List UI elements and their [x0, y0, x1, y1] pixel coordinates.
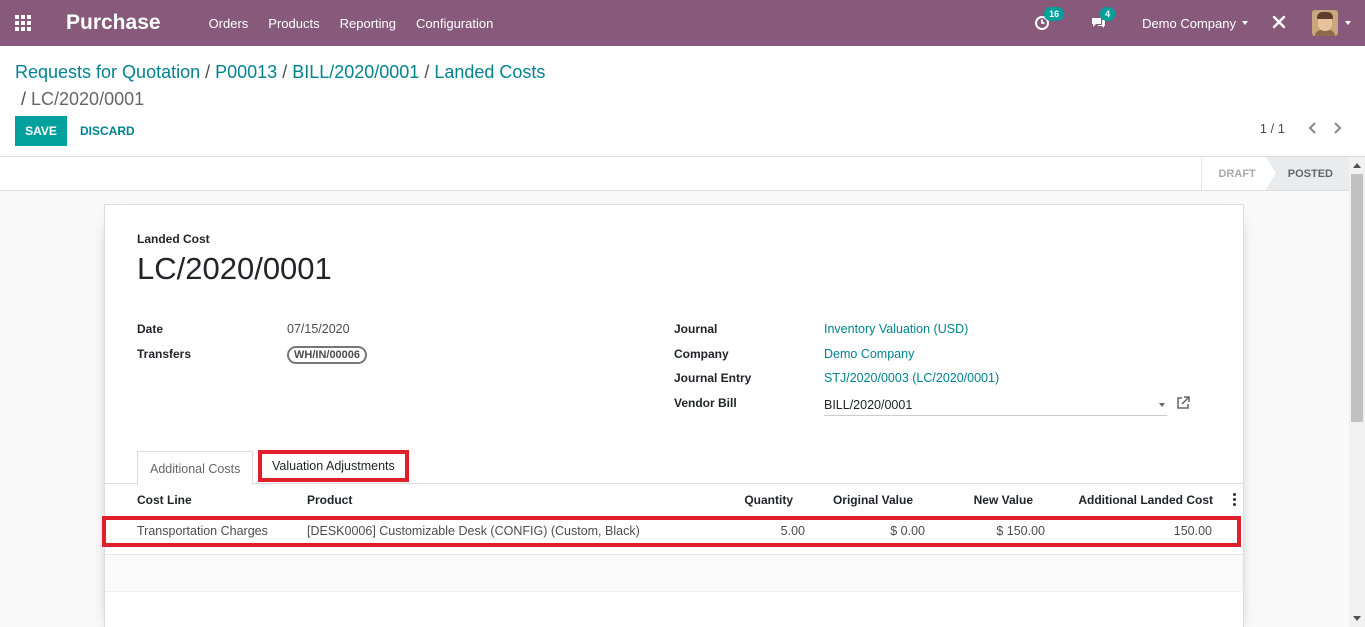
- activities-button[interactable]: 16: [1034, 7, 1065, 32]
- col-quantity[interactable]: Quantity: [744, 493, 793, 507]
- menu-configuration[interactable]: Configuration: [416, 16, 493, 31]
- tab-valuation-adjustments[interactable]: Valuation Adjustments: [258, 450, 409, 482]
- notebook-tabs: Additional Costs Valuation Adjustments: [105, 448, 1243, 485]
- company-link[interactable]: Demo Company: [824, 347, 914, 361]
- company-label: Company: [674, 347, 729, 361]
- journal-link[interactable]: Inventory Valuation (USD): [824, 322, 968, 336]
- chevron-left-icon: [1308, 122, 1316, 134]
- page-scrollbar[interactable]: [1349, 157, 1365, 627]
- table-header: Cost Line Product Quantity Original Valu…: [105, 485, 1243, 515]
- debug-tools-button[interactable]: [1272, 14, 1286, 32]
- messages-button[interactable]: 4: [1090, 7, 1116, 32]
- date-label: Date: [137, 322, 164, 336]
- transfers-label: Transfers: [137, 347, 192, 361]
- journal-entry-label: Journal Entry: [674, 371, 752, 385]
- save-button[interactable]: SAVE: [15, 116, 67, 146]
- table-row[interactable]: Transportation Charges [DESK0006] Custom…: [102, 516, 1241, 547]
- breadcrumb: Requests for Quotation / P00013/BILL/2020/…: [15, 62, 546, 109]
- col-original-value[interactable]: Original Value: [833, 493, 913, 507]
- stage-draft: DRAFT: [1201, 157, 1277, 190]
- col-cost-line[interactable]: Cost Line: [137, 493, 192, 507]
- chevron-down-icon[interactable]: [1345, 21, 1351, 25]
- breadcrumb-bill[interactable]: BILL/2020/0001: [292, 62, 419, 82]
- date-field[interactable]: 07/15/2020: [287, 322, 350, 336]
- discard-button[interactable]: DISCARD: [70, 116, 145, 146]
- breadcrumb-po[interactable]: P00013: [215, 62, 277, 82]
- app-title[interactable]: Purchase: [66, 11, 161, 35]
- cell-original-value: $ 0.00: [890, 524, 925, 538]
- tab-additional-costs[interactable]: Additional Costs: [137, 451, 254, 485]
- scroll-thumb[interactable]: [1351, 174, 1363, 422]
- menu-orders[interactable]: Orders: [209, 16, 249, 31]
- cell-product: [DESK0006] Customizable Desk (CONFIG) (C…: [307, 524, 640, 538]
- avatar[interactable]: [1312, 10, 1338, 36]
- apps-grid-icon: [15, 15, 31, 31]
- menu-products[interactable]: Products: [268, 16, 319, 31]
- scroll-down-arrow[interactable]: [1353, 616, 1361, 621]
- cell-cost-line: Transportation Charges: [137, 524, 268, 538]
- pager-next-button[interactable]: [1329, 120, 1345, 136]
- company-name: Demo Company: [1142, 15, 1236, 31]
- menu-reporting[interactable]: Reporting: [340, 16, 396, 31]
- activities-badge: 16: [1044, 7, 1065, 21]
- journal-label: Journal: [674, 322, 718, 336]
- chevron-down-icon: [1242, 21, 1248, 25]
- cell-quantity: 5.00: [780, 524, 805, 538]
- debug-tools-icon: [1272, 15, 1286, 29]
- stage-posted: POSTED: [1265, 157, 1349, 190]
- chevron-right-icon: [1334, 122, 1342, 134]
- form-statusbar: DRAFT POSTED: [0, 157, 1349, 191]
- form-sheet: Landed Cost LC/2020/0001 Date 07/15/2020…: [102, 204, 1244, 627]
- control-panel: Requests for Quotation / P00013/BILL/2020/…: [0, 46, 1365, 157]
- document-title: LC/2020/0001: [137, 251, 332, 286]
- table-divider: [105, 591, 1243, 592]
- systray: 16 4 Demo Company: [1034, 0, 1365, 46]
- chevron-down-icon[interactable]: [1159, 403, 1165, 407]
- vendor-bill-select[interactable]: BILL/2020/0001: [824, 394, 1167, 416]
- pager: 1 / 1: [1260, 120, 1345, 136]
- apps-menu-button[interactable]: [0, 0, 46, 46]
- breadcrumb-current: LC/2020/0001: [31, 89, 145, 109]
- breadcrumb-rfq[interactable]: Requests for Quotation: [15, 62, 200, 82]
- journal-entry-link[interactable]: STJ/2020/0003 (LC/2020/0001): [824, 371, 999, 385]
- status-stages: DRAFT POSTED: [1201, 157, 1349, 190]
- empty-row: [105, 555, 1243, 591]
- pager-value[interactable]: 1 / 1: [1260, 121, 1285, 136]
- messages-badge: 4: [1100, 7, 1116, 21]
- col-additional-landed-cost[interactable]: Additional Landed Cost: [1078, 493, 1213, 507]
- breadcrumb-landed-costs[interactable]: Landed Costs: [434, 62, 545, 82]
- pager-previous-button[interactable]: [1305, 120, 1321, 136]
- scroll-up-arrow[interactable]: [1353, 163, 1361, 168]
- company-switcher[interactable]: Demo Company: [1142, 16, 1248, 31]
- vendor-bill-value: BILL/2020/0001: [824, 397, 913, 412]
- document-type-label: Landed Cost: [137, 232, 210, 246]
- cell-new-value: $ 150.00: [996, 524, 1045, 538]
- vendor-bill-label: Vendor Bill: [674, 396, 737, 410]
- external-link-icon[interactable]: [1176, 396, 1190, 410]
- col-product[interactable]: Product: [307, 493, 352, 507]
- cell-additional-landed-cost: 150.00: [1173, 524, 1212, 538]
- transfer-tag[interactable]: WH/IN/00006: [287, 346, 368, 364]
- column-menu-icon[interactable]: [1233, 493, 1237, 506]
- col-new-value[interactable]: New Value: [974, 493, 1033, 507]
- top-navbar: Purchase Orders Products Reporting Confi…: [0, 0, 1365, 46]
